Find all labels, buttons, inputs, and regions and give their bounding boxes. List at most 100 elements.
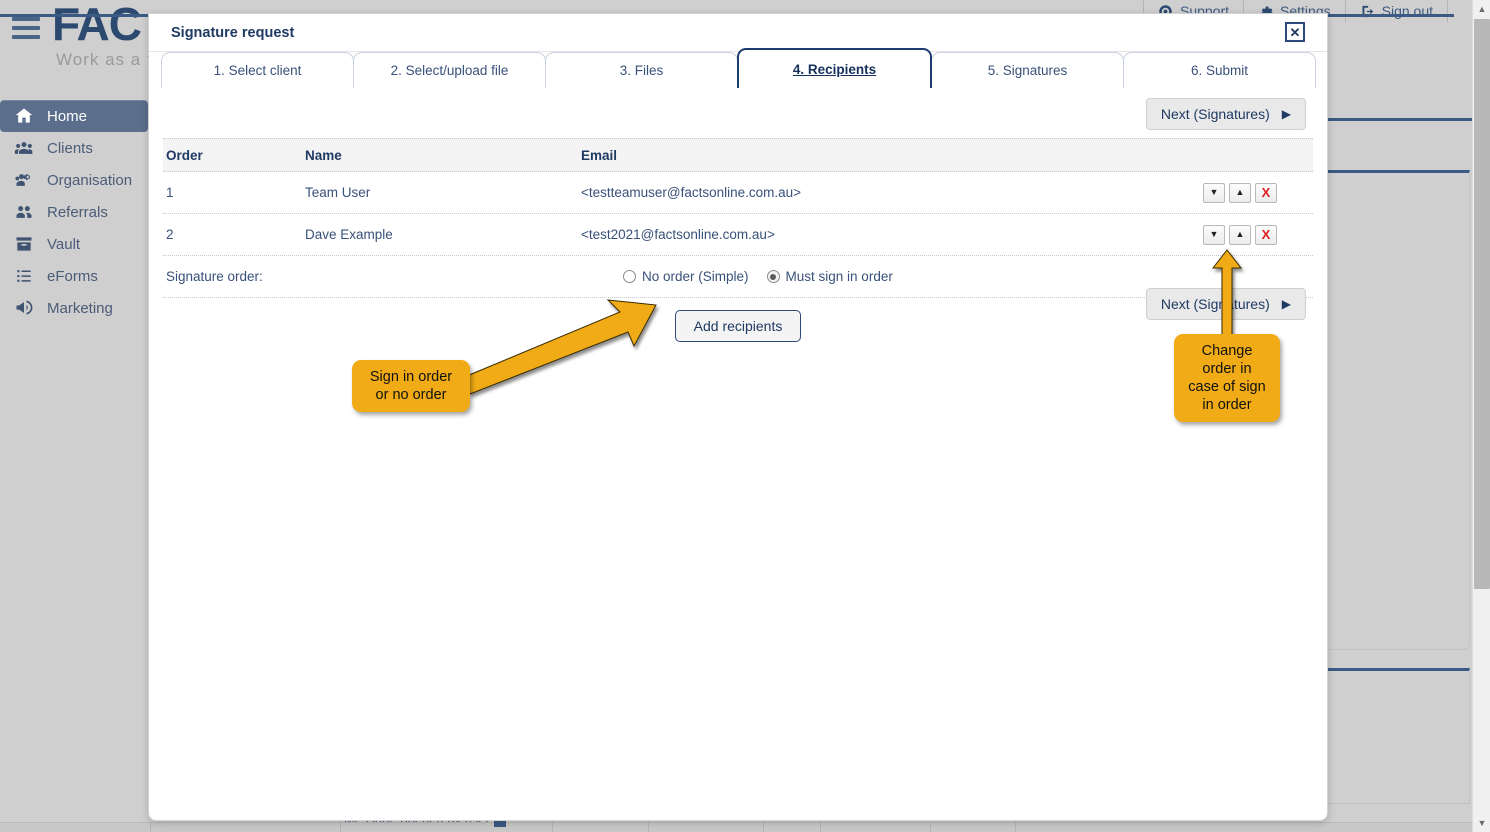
app-logo: FAC [52, 0, 142, 50]
background-grid-line [1015, 822, 1016, 832]
tab-label: 2. Select/upload file [390, 63, 509, 78]
recipients-table: Order Name Email 1 Team User <testteamus… [163, 138, 1313, 256]
signature-request-dialog: Signature request ✕ 1. Select client 2. … [148, 13, 1328, 821]
column-header-email: Email [581, 147, 618, 163]
annotation-line: in order [1202, 397, 1252, 413]
sidebar-item-label: eForms [47, 267, 98, 285]
hamburger-menu-icon[interactable] [12, 17, 40, 39]
page-scrollbar[interactable]: ▲ ▼ [1472, 0, 1490, 832]
cell-actions: ▼ ▲ X [1203, 182, 1313, 203]
annotation-line: Change [1201, 343, 1253, 359]
cell-actions: ▼ ▲ X [1203, 224, 1313, 245]
sidebar-item-label: Referrals [47, 203, 108, 221]
clients-group-icon [14, 138, 34, 158]
radio-button-icon[interactable] [766, 270, 780, 283]
table-row: 2 Dave Example <test2021@factsonline.com… [163, 214, 1313, 256]
dialog-title-bar: Signature request ✕ [149, 14, 1327, 52]
sidebar-item-home[interactable]: Home [0, 100, 148, 132]
next-button-label: Next (Signatures) [1160, 296, 1270, 312]
header-link-sign-out[interactable]: Sign out [1344, 0, 1448, 22]
scrollbar-thumb[interactable] [1474, 19, 1490, 589]
delete-recipient-button[interactable]: X [1255, 182, 1277, 203]
vault-box-icon [14, 234, 34, 254]
dialog-title: Signature request [171, 25, 295, 41]
tab-label: 6. Submit [1190, 63, 1249, 78]
tab-label: 3. Files [619, 63, 664, 78]
next-signatures-button-top[interactable]: Next (Signatures) ▶ [1145, 98, 1306, 130]
sidebar-item-referrals[interactable]: Referrals [0, 196, 148, 228]
cell-order: 1 [166, 185, 174, 200]
tab-select-upload-file[interactable]: 2. Select/upload file [353, 52, 546, 88]
background-grid-line [150, 822, 151, 832]
signature-order-row: Signature order: No order (Simple) Must … [163, 256, 1313, 298]
tab-label: 4. Recipients [792, 61, 877, 77]
next-button-bottom-row: Next (Signatures) ▶ [1145, 288, 1306, 320]
list-icon [14, 266, 34, 286]
radio-label: Must sign in order [785, 269, 893, 284]
add-recipients-button[interactable]: Add recipients [674, 310, 802, 342]
tab-label: 1. Select client [213, 63, 302, 78]
column-header-name: Name [305, 147, 342, 163]
signature-order-radio-group: No order (Simple) Must sign in order [623, 269, 893, 284]
cell-name: Team User [305, 185, 371, 200]
referrals-people-icon [14, 202, 34, 222]
background-bottom-strip [0, 822, 1472, 832]
sidebar-item-eforms[interactable]: eForms [0, 260, 148, 292]
cell-email: <testteamuser@factsonline.com.au> [581, 185, 802, 200]
annotation-line: order in [1202, 361, 1252, 377]
radio-button-icon[interactable] [623, 270, 636, 283]
tab-select-client[interactable]: 1. Select client [161, 52, 354, 88]
tab-files[interactable]: 3. Files [545, 52, 738, 88]
sidebar: Home Clients Organisation Referrals Vaul… [0, 100, 148, 832]
signature-order-label: Signature order: [166, 269, 263, 284]
cell-order: 2 [166, 227, 174, 242]
background-grid-line [552, 822, 553, 832]
move-down-button[interactable]: ▼ [1203, 224, 1225, 245]
scroll-up-icon[interactable]: ▲ [1473, 0, 1490, 18]
annotation-line: Sign in order [369, 369, 453, 385]
delete-recipient-button[interactable]: X [1255, 224, 1277, 245]
next-button-label: Next (Signatures) [1160, 106, 1270, 122]
tab-recipients[interactable]: 4. Recipients [737, 48, 932, 88]
background-grid-line [930, 822, 931, 832]
sidebar-item-label: Marketing [47, 299, 113, 317]
annotation-callout-change-order: Change order in case of sign in order [1174, 334, 1280, 422]
tab-signatures[interactable]: 5. Signatures [931, 52, 1124, 88]
add-recipients-row: Add recipients [161, 298, 1315, 342]
move-down-button[interactable]: ▼ [1203, 182, 1225, 203]
background-grid-line [820, 822, 821, 832]
sidebar-item-label: Home [47, 107, 88, 125]
sidebar-item-label: Vault [47, 235, 81, 253]
radio-no-order[interactable]: No order (Simple) [623, 269, 749, 284]
background-grid-line [340, 822, 341, 832]
sidebar-item-vault[interactable]: Vault [0, 228, 148, 260]
sidebar-item-marketing[interactable]: Marketing [0, 292, 148, 324]
table-header-row: Order Name Email [163, 138, 1313, 172]
organisation-gear-icon [14, 170, 34, 190]
close-icon[interactable]: ✕ [1285, 22, 1305, 42]
tab-label: 5. Signatures [987, 63, 1068, 78]
dialog-body: Next (Signatures) ▶ Order Name Email 1 T… [149, 88, 1327, 342]
radio-label: No order (Simple) [642, 269, 749, 284]
sidebar-item-organisation[interactable]: Organisation [0, 164, 148, 196]
annotation-line: case of sign [1188, 379, 1266, 395]
scroll-down-icon[interactable]: ▼ [1473, 814, 1490, 832]
chevron-right-icon: ▶ [1281, 297, 1291, 311]
background-grid-line [763, 822, 764, 832]
sidebar-item-clients[interactable]: Clients [0, 132, 148, 164]
annotation-line: or no order [375, 387, 447, 403]
home-icon [14, 106, 34, 126]
background-grid-line [648, 822, 649, 832]
next-button-top-row: Next (Signatures) ▶ [161, 88, 1315, 138]
move-up-button[interactable]: ▲ [1229, 224, 1251, 245]
tab-submit[interactable]: 6. Submit [1123, 52, 1316, 88]
wizard-tabs: 1. Select client 2. Select/upload file 3… [161, 48, 1316, 88]
sidebar-item-label: Clients [47, 139, 93, 157]
radio-must-sign-in-order[interactable]: Must sign in order [766, 269, 893, 284]
next-signatures-button-bottom[interactable]: Next (Signatures) ▶ [1145, 288, 1306, 320]
megaphone-icon [14, 298, 34, 318]
move-up-button[interactable]: ▲ [1229, 182, 1251, 203]
table-row: 1 Team User <testteamuser@factsonline.co… [163, 172, 1313, 214]
annotation-callout-sign-order: Sign in order or no order [352, 360, 470, 412]
cell-name: Dave Example [305, 227, 393, 242]
